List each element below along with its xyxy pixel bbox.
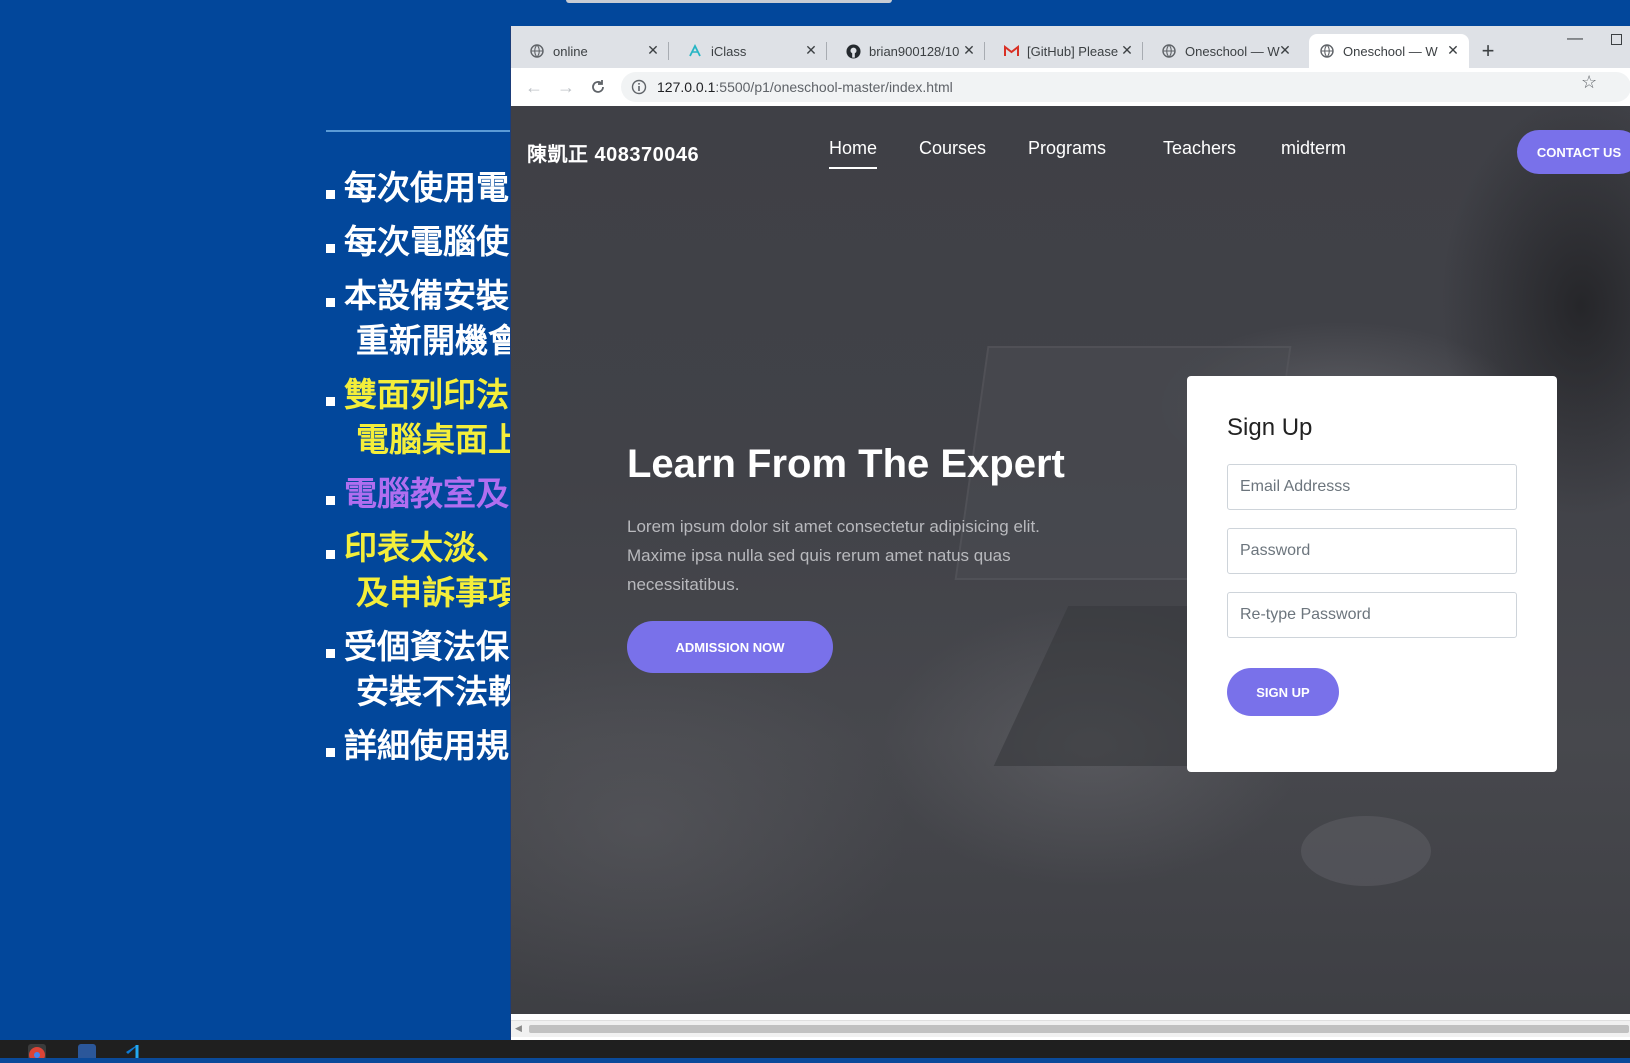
close-icon[interactable]: ✕ — [1119, 42, 1135, 58]
os-taskbar — [0, 1040, 1630, 1063]
tab-separator — [984, 42, 985, 60]
tab-title: Oneschool — W — [1185, 43, 1280, 59]
website-hero: 陳凱正 408370046 Home Courses Programs Teac… — [511, 106, 1630, 1014]
tab-separator — [826, 42, 827, 60]
back-button[interactable]: ← — [521, 74, 547, 100]
globe-icon — [1161, 43, 1177, 59]
tab-gmail[interactable]: [GitHub] Please ✕ — [993, 34, 1143, 68]
minimize-button[interactable]: — — [1565, 30, 1585, 50]
close-icon[interactable]: ✕ — [645, 42, 661, 58]
vscode-taskbar-icon[interactable] — [124, 1044, 142, 1058]
slide-bullet: 詳細使用規 — [326, 723, 516, 768]
reload-icon — [592, 80, 604, 93]
tab-separator — [1142, 42, 1143, 60]
url-host: 127.0.0.1 — [657, 79, 716, 95]
slide-bullet: 每次使用電 — [326, 165, 516, 210]
scrollbar-thumb[interactable] — [529, 1025, 1629, 1033]
globe-icon — [529, 43, 545, 59]
contact-us-button[interactable]: CONTACT US — [1517, 130, 1630, 174]
slide-bullet: 本設備安裝 重新開機會 — [326, 273, 516, 363]
close-icon[interactable]: ✕ — [1277, 42, 1293, 58]
slide-bullet: 受個資法保 安裝不法軟 — [326, 624, 516, 714]
slide-bullet: 雙面列印法 電腦桌面上 — [326, 372, 516, 462]
tab-oneschool-active[interactable]: Oneschool — W ✕ — [1309, 34, 1469, 68]
tab-github[interactable]: brian900128/10 ✕ — [835, 34, 985, 68]
nav-teachers[interactable]: Teachers — [1163, 138, 1236, 159]
url-text: 127.0.0.1:5500/p1/oneschool-master/index… — [657, 79, 953, 95]
password-field[interactable] — [1227, 528, 1517, 574]
mouse-background-shape — [1301, 816, 1431, 886]
window-edge — [566, 0, 892, 3]
github-icon — [845, 43, 861, 59]
slide-bullet-list: 每次使用電 每次電腦使 本設備安裝 重新開機會 雙面列印法 電腦桌面上 電腦教室及 … — [326, 165, 516, 777]
tab-online[interactable]: online ✕ — [519, 34, 669, 68]
horizontal-scrollbar[interactable]: ◀ — [511, 1020, 1630, 1037]
tab-oneschool[interactable]: Oneschool — W ✕ — [1151, 34, 1301, 68]
slide-divider — [326, 130, 516, 132]
close-icon[interactable]: ✕ — [803, 42, 819, 58]
hero-title: Learn From The Expert — [627, 442, 1065, 486]
browser-window: online ✕ iClass ✕ brian900128/10 ✕ [GitH… — [510, 26, 1630, 1040]
email-field[interactable] — [1227, 464, 1517, 510]
address-bar[interactable]: 127.0.0.1:5500/p1/oneschool-master/index… — [621, 72, 1630, 102]
tab-title: brian900128/10 — [869, 43, 960, 59]
nav-midterm[interactable]: midterm — [1281, 138, 1346, 159]
site-logo[interactable]: 陳凱正 408370046 — [527, 138, 699, 167]
hero-description: Lorem ipsum dolor sit amet consectetur a… — [627, 517, 1040, 594]
tab-title: [GitHub] Please — [1027, 43, 1119, 59]
signup-title: Sign Up — [1227, 414, 1313, 441]
new-tab-button[interactable]: + — [1475, 38, 1501, 64]
close-icon[interactable]: ✕ — [1445, 42, 1461, 58]
tab-strip: online ✕ iClass ✕ brian900128/10 ✕ [GitH… — [511, 26, 1630, 68]
reload-button[interactable] — [585, 74, 611, 100]
gmail-icon — [1003, 43, 1019, 59]
iclass-icon — [687, 43, 703, 59]
nav-programs[interactable]: Programs — [1028, 138, 1106, 159]
word-taskbar-icon[interactable] — [78, 1044, 96, 1058]
forward-button[interactable]: → — [553, 74, 579, 100]
close-icon[interactable]: ✕ — [961, 42, 977, 58]
tab-title: online — [553, 43, 588, 59]
nav-home[interactable]: Home — [829, 138, 878, 169]
bookmark-star-icon[interactable]: ☆ — [1581, 72, 1597, 93]
tab-title: Oneschool — W — [1343, 43, 1438, 59]
globe-icon — [1319, 43, 1335, 59]
tab-iclass[interactable]: iClass ✕ — [677, 34, 827, 68]
tab-title: iClass — [711, 43, 747, 59]
slide-bullet: 每次電腦使 — [326, 219, 516, 264]
admission-now-button[interactable]: ADMISSION NOW — [627, 621, 833, 673]
slide-bullet: 電腦教室及 — [326, 471, 516, 516]
maximize-button[interactable] — [1611, 34, 1622, 45]
signup-form: Sign Up SIGN UP — [1187, 376, 1557, 772]
scroll-left-icon[interactable]: ◀ — [515, 1023, 522, 1034]
tab-separator — [668, 42, 669, 60]
url-path: :5500/p1/oneschool-master/index.html — [715, 79, 953, 95]
retype-password-field[interactable] — [1227, 592, 1517, 638]
sign-up-button[interactable]: SIGN UP — [1227, 668, 1339, 716]
browser-toolbar: ← → 127.0.0.1:5500/p1/oneschool-master/i… — [511, 68, 1630, 107]
info-icon[interactable] — [631, 79, 647, 95]
nav-courses[interactable]: Courses — [919, 138, 986, 159]
chrome-taskbar-icon[interactable] — [28, 1044, 46, 1063]
slide-bullet: 印表太淡、 及申訴事項 — [326, 525, 516, 615]
